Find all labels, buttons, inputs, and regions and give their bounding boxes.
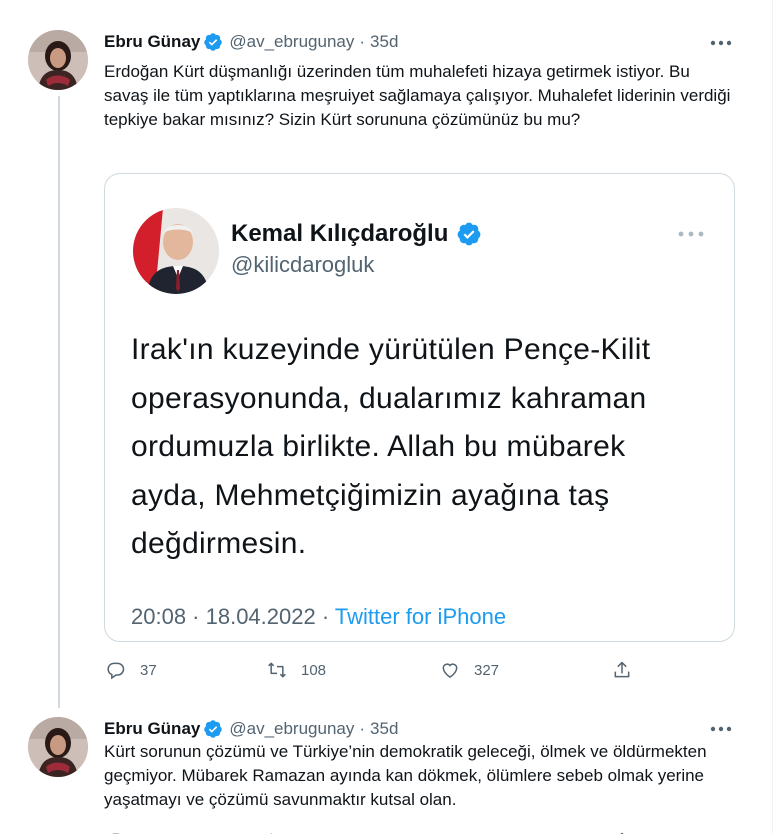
like-count: 327	[474, 661, 500, 679]
avatar[interactable]	[28, 30, 88, 90]
more-horizontal-icon	[676, 224, 706, 244]
more-horizontal-icon[interactable]	[708, 719, 734, 739]
quoted-tweet-meta: 20:08 · 18.04.2022 · Twitter for iPhone	[131, 604, 506, 630]
tweet[interactable]: Ebru Günay @av_ebrugunay · 35d Kürt soru…	[0, 705, 772, 834]
timeline: Ebru Günay @av_ebrugunay · 35d Erdoğan K…	[0, 0, 773, 834]
more-horizontal-icon[interactable]	[708, 33, 734, 53]
like-button[interactable]: 327	[440, 657, 499, 683]
author-handle[interactable]: @av_ebrugunay	[229, 32, 354, 52]
share-button[interactable]	[612, 657, 632, 683]
verified-badge-icon	[203, 32, 223, 52]
quoted-tweet-text: Irak'ın kuzeyinde yürütülen Pençe-Kilit …	[131, 333, 651, 560]
avatar-image	[28, 717, 88, 777]
reply-icon	[107, 662, 125, 680]
quoted-header: Kemal Kılıçdaroğlu	[231, 220, 482, 248]
retweet-button[interactable]	[267, 828, 287, 834]
separator-dot: ·	[359, 32, 366, 51]
tweet-header: Ebru Günay @av_ebrugunay · 35d	[104, 31, 398, 53]
quoted-avatar[interactable]	[133, 208, 219, 294]
share-icon	[614, 661, 630, 678]
author-handle[interactable]: @av_ebrugunay	[229, 719, 354, 739]
retweet-button[interactable]: 108	[267, 657, 326, 683]
reply-button[interactable]: 37	[106, 657, 157, 683]
author-name[interactable]: Ebru Günay	[104, 32, 200, 52]
verified-badge-icon	[456, 221, 482, 247]
reply-count: 37	[140, 661, 157, 679]
heart-icon	[442, 663, 458, 678]
quoted-author-handle: @kilicdarogluk	[231, 252, 375, 277]
retweet-icon	[268, 662, 286, 678]
tweet-header: Ebru Günay @av_ebrugunay · 35d	[104, 718, 398, 740]
quoted-tweet[interactable]: Kemal Kılıçdaroğlu @kilicdarogluk Irak'ı…	[104, 173, 735, 642]
retweet-count: 108	[301, 661, 327, 679]
avatar-image	[28, 30, 88, 90]
quoted-avatar-image	[133, 208, 219, 294]
quoted-timestamp: 20:08 · 18.04.2022 ·	[131, 604, 335, 629]
tweet-age[interactable]: 35d	[370, 32, 398, 52]
like-button[interactable]	[440, 828, 460, 834]
share-button[interactable]	[612, 828, 632, 834]
tweet-age[interactable]: 35d	[370, 719, 398, 739]
quoted-author-name: Kemal Kılıçdaroğlu	[231, 220, 449, 247]
tweet[interactable]: Ebru Günay @av_ebrugunay · 35d Erdoğan K…	[0, 0, 772, 705]
tweet-text: Erdoğan Kürt düşmanlığı üzerinden tüm mu…	[104, 62, 731, 129]
reply-button[interactable]	[106, 828, 126, 834]
tweet-actions	[104, 828, 644, 834]
author-name[interactable]: Ebru Günay	[104, 719, 200, 739]
separator-dot: ·	[359, 719, 366, 738]
avatar[interactable]	[28, 717, 88, 777]
tweet-actions: 37 108 327	[104, 657, 644, 683]
tweet-text: Kürt sorunun çözümü ve Türkiye’nin demok…	[104, 742, 707, 809]
quoted-source: Twitter for iPhone	[334, 604, 507, 629]
verified-badge-icon	[203, 719, 223, 739]
